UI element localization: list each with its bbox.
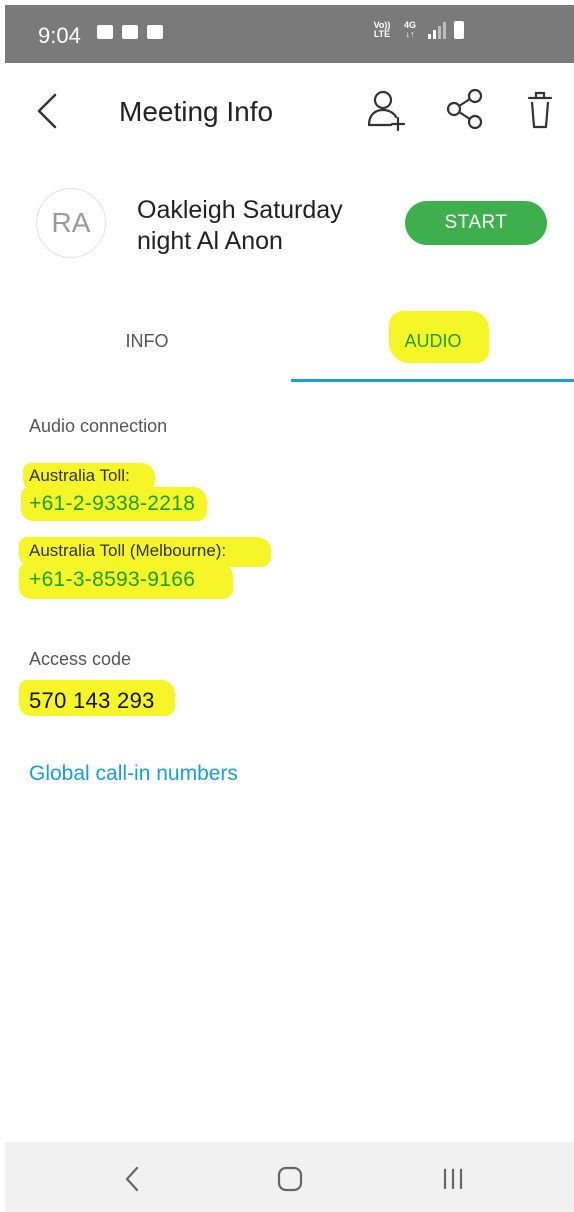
image-icon xyxy=(97,25,113,39)
toll-label: Australia Toll: xyxy=(29,466,130,485)
volte-label-bottom: LTE xyxy=(373,29,391,39)
access-code-label: Access code xyxy=(29,649,132,669)
system-nav-bar xyxy=(5,1142,574,1212)
nav-home-icon[interactable] xyxy=(270,1162,310,1196)
add-user-icon[interactable] xyxy=(365,87,409,131)
app-screen: 9:04 Vo)) LTE 4G ↓↑ Meeting Info RA Oakl… xyxy=(5,5,574,1212)
share-icon[interactable] xyxy=(443,87,487,131)
tab-audio-label: AUDIO xyxy=(404,331,462,351)
voicemail-icon xyxy=(147,25,163,39)
access-code-value: 570 143 293 xyxy=(29,688,155,713)
tab-info-label: INFO xyxy=(125,331,169,351)
audio-connection-label: Audio connection xyxy=(29,416,168,436)
network-label-bottom: ↓↑ xyxy=(405,29,415,39)
page-title: Meeting Info xyxy=(119,96,274,127)
toll-number-link[interactable]: +61-2-9338-2218 xyxy=(29,492,195,516)
start-button[interactable]: START xyxy=(405,201,547,245)
tab-info[interactable]: INFO xyxy=(5,301,289,381)
notification-icons xyxy=(97,25,163,39)
signal-icon xyxy=(428,21,446,39)
nav-recent-apps-icon[interactable] xyxy=(433,1162,473,1196)
global-call-in-link[interactable]: Global call-in numbers xyxy=(29,762,238,786)
volte-icon: Vo)) LTE xyxy=(372,21,392,39)
nav-back-icon[interactable] xyxy=(113,1162,153,1196)
back-icon[interactable] xyxy=(33,91,63,131)
status-time: 9:04 xyxy=(38,23,81,48)
system-icons: Vo)) LTE 4G ↓↑ xyxy=(372,21,464,39)
status-bar: 9:04 Vo)) LTE 4G ↓↑ xyxy=(5,5,574,63)
app-header: Meeting Info xyxy=(5,63,574,159)
avatar-initials: RA xyxy=(51,207,91,238)
tab-selected-indicator xyxy=(291,379,574,382)
network-icon: 4G ↓↑ xyxy=(400,21,420,39)
meeting-title: Oakleigh Saturday night Al Anon xyxy=(137,196,343,255)
melbourne-toll-label: Australia Toll (Melbourne): xyxy=(29,541,227,560)
avatar: RA xyxy=(36,188,106,258)
trash-icon[interactable] xyxy=(521,87,565,131)
battery-icon xyxy=(454,21,464,39)
melbourne-toll-number-link[interactable]: +61-3-8593-9166 xyxy=(29,568,195,592)
mail-icon xyxy=(122,25,138,39)
tab-audio[interactable]: AUDIO xyxy=(291,301,574,381)
